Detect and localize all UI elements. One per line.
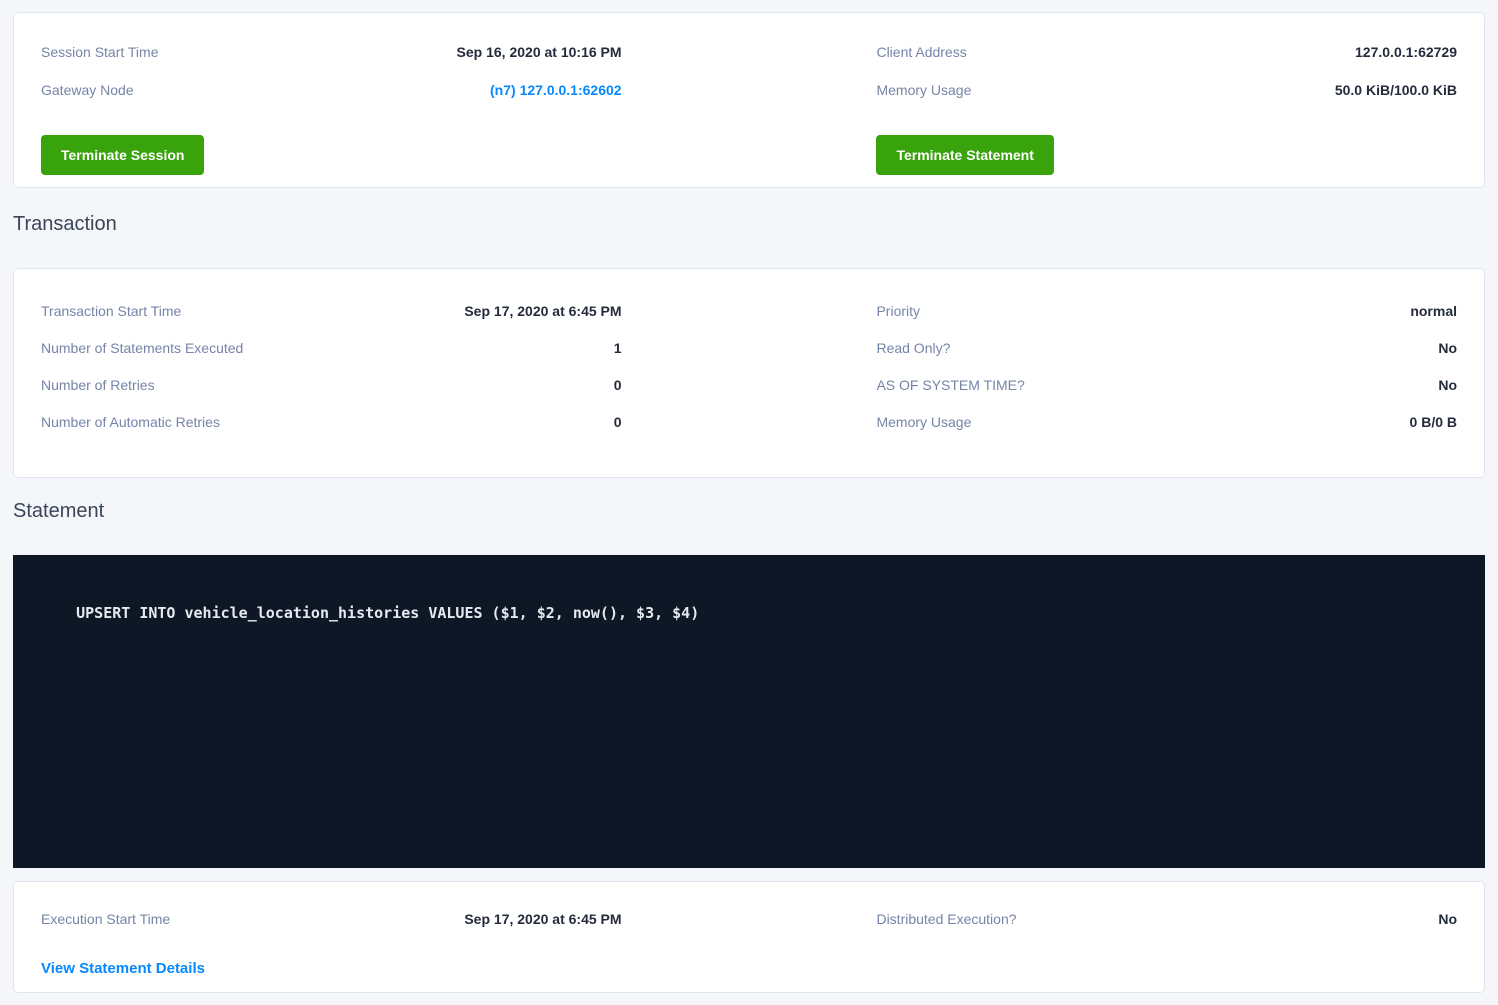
row-automatic-retries: Number of Automatic Retries 0 [41,411,622,433]
transaction-heading: Transaction [13,212,1485,236]
execution-right-column: Distributed Execution? No [876,908,1457,978]
automatic-retries-value: 0 [614,411,622,433]
statement-heading: Statement [13,499,1485,523]
client-address-label: Client Address [876,41,966,63]
sql-statement-box: UPSERT INTO vehicle_location_histories V… [13,555,1485,868]
row-gateway-node: Gateway Node (n7) 127.0.0.1:62602 [41,79,622,101]
row-statements-executed: Number of Statements Executed 1 [41,337,622,359]
row-as-of-system-time: AS OF SYSTEM TIME? No [876,374,1457,396]
execution-left-column: Execution Start Time Sep 17, 2020 at 6:4… [41,908,622,978]
session-left-column: Session Start Time Sep 16, 2020 at 10:16… [41,41,622,175]
sql-statement-text: UPSERT INTO vehicle_location_histories V… [76,604,699,622]
session-memory-usage-label: Memory Usage [876,79,971,101]
view-statement-details-link[interactable]: View Statement Details [41,960,205,977]
priority-value: normal [1410,300,1457,322]
distributed-execution-label: Distributed Execution? [876,908,1016,930]
session-start-time-value: Sep 16, 2020 at 10:16 PM [457,41,622,63]
row-read-only: Read Only? No [876,337,1457,359]
as-of-system-time-label: AS OF SYSTEM TIME? [876,374,1024,396]
row-transaction-start-time: Transaction Start Time Sep 17, 2020 at 6… [41,300,622,322]
transaction-right-column: Priority normal Read Only? No AS OF SYST… [876,300,1457,448]
row-distributed-execution: Distributed Execution? No [876,908,1457,930]
automatic-retries-label: Number of Automatic Retries [41,411,220,433]
session-right-column: Client Address 127.0.0.1:62729 Memory Us… [876,41,1457,175]
row-number-of-retries: Number of Retries 0 [41,374,622,396]
row-session-memory-usage: Memory Usage 50.0 KiB/100.0 KiB [876,79,1457,101]
transaction-memory-usage-label: Memory Usage [876,411,971,433]
execution-start-time-label: Execution Start Time [41,908,170,930]
session-memory-usage-value: 50.0 KiB/100.0 KiB [1335,79,1457,101]
row-session-start-time: Session Start Time Sep 16, 2020 at 10:16… [41,41,622,63]
read-only-label: Read Only? [876,337,950,359]
session-start-time-label: Session Start Time [41,41,159,63]
row-client-address: Client Address 127.0.0.1:62729 [876,41,1457,63]
execution-start-time-value: Sep 17, 2020 at 6:45 PM [464,908,621,930]
gateway-node-label: Gateway Node [41,79,134,101]
transaction-left-column: Transaction Start Time Sep 17, 2020 at 6… [41,300,622,448]
terminate-session-button[interactable]: Terminate Session [41,135,204,175]
row-transaction-memory-usage: Memory Usage 0 B/0 B [876,411,1457,433]
number-of-retries-value: 0 [614,374,622,396]
priority-label: Priority [876,300,920,322]
statements-executed-label: Number of Statements Executed [41,337,243,359]
transaction-start-time-value: Sep 17, 2020 at 6:45 PM [464,300,621,322]
as-of-system-time-value: No [1438,374,1457,396]
row-priority: Priority normal [876,300,1457,322]
row-execution-start-time: Execution Start Time Sep 17, 2020 at 6:4… [41,908,622,930]
client-address-value: 127.0.0.1:62729 [1355,41,1457,63]
session-details-page: Session Start Time Sep 16, 2020 at 10:16… [0,0,1498,993]
number-of-retries-label: Number of Retries [41,374,155,396]
execution-card: Execution Start Time Sep 17, 2020 at 6:4… [13,881,1485,993]
gateway-node-link[interactable]: (n7) 127.0.0.1:62602 [490,79,622,101]
distributed-execution-value: No [1438,908,1457,930]
session-card: Session Start Time Sep 16, 2020 at 10:16… [13,12,1485,188]
read-only-value: No [1438,337,1457,359]
execution-card-columns: Execution Start Time Sep 17, 2020 at 6:4… [41,908,1457,978]
terminate-statement-button[interactable]: Terminate Statement [876,135,1053,175]
transaction-start-time-label: Transaction Start Time [41,300,181,322]
session-card-columns: Session Start Time Sep 16, 2020 at 10:16… [41,41,1457,175]
transaction-memory-usage-value: 0 B/0 B [1410,411,1457,433]
transaction-card-columns: Transaction Start Time Sep 17, 2020 at 6… [41,300,1457,448]
transaction-card: Transaction Start Time Sep 17, 2020 at 6… [13,268,1485,478]
statements-executed-value: 1 [614,337,622,359]
